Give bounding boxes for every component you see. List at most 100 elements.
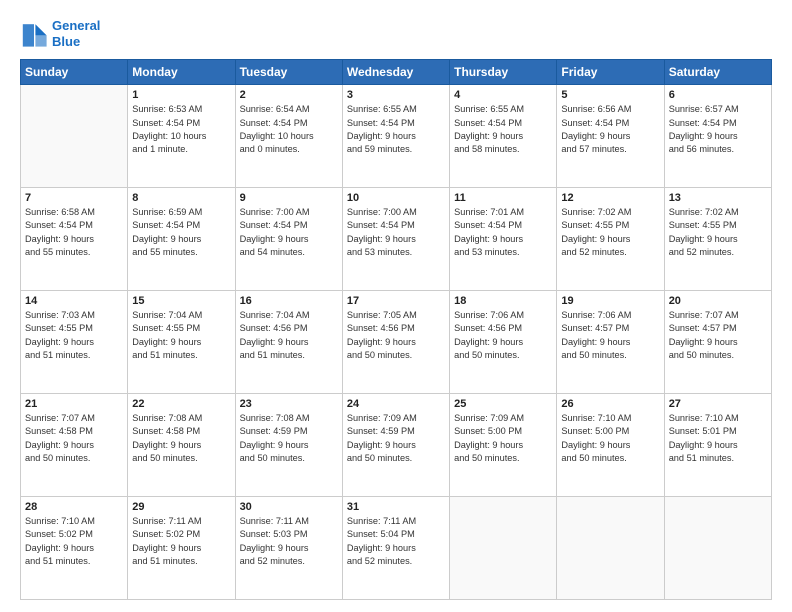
day-info: Sunrise: 7:05 AM Sunset: 4:56 PM Dayligh… xyxy=(347,309,445,362)
calendar-cell xyxy=(450,497,557,600)
day-info: Sunrise: 7:09 AM Sunset: 5:00 PM Dayligh… xyxy=(454,412,552,465)
day-info: Sunrise: 6:57 AM Sunset: 4:54 PM Dayligh… xyxy=(669,103,767,156)
day-info: Sunrise: 7:11 AM Sunset: 5:04 PM Dayligh… xyxy=(347,515,445,568)
day-number: 5 xyxy=(561,89,659,101)
day-header-wednesday: Wednesday xyxy=(342,60,449,85)
calendar-cell: 23 Sunrise: 7:08 AM Sunset: 4:59 PM Dayli… xyxy=(235,394,342,497)
day-number: 11 xyxy=(454,192,552,204)
header: General Blue xyxy=(20,18,772,49)
calendar-cell: 26 Sunrise: 7:10 AM Sunset: 5:00 PM Dayli… xyxy=(557,394,664,497)
day-info: Sunrise: 7:11 AM Sunset: 5:03 PM Dayligh… xyxy=(240,515,338,568)
day-info: Sunrise: 7:03 AM Sunset: 4:55 PM Dayligh… xyxy=(25,309,123,362)
day-number: 16 xyxy=(240,295,338,307)
day-info: Sunrise: 6:59 AM Sunset: 4:54 PM Dayligh… xyxy=(132,206,230,259)
day-number: 9 xyxy=(240,192,338,204)
day-number: 25 xyxy=(454,398,552,410)
calendar-cell: 13Sunrise: 7:02 AM Sunset: 4:55 PM Dayli… xyxy=(664,188,771,291)
day-header-sunday: Sunday xyxy=(21,60,128,85)
calendar-cell: 25 Sunrise: 7:09 AM Sunset: 5:00 PM Dayli… xyxy=(450,394,557,497)
day-info: Sunrise: 6:54 AM Sunset: 4:54 PM Dayligh… xyxy=(240,103,338,156)
day-info: Sunrise: 7:01 AM Sunset: 4:54 PM Dayligh… xyxy=(454,206,552,259)
calendar-week-2: 7 Sunrise: 6:58 AM Sunset: 4:54 PM Daylig… xyxy=(21,188,772,291)
calendar-cell: 11 Sunrise: 7:01 AM Sunset: 4:54 PM Dayli… xyxy=(450,188,557,291)
day-info: Sunrise: 7:10 AM Sunset: 5:01 PM Dayligh… xyxy=(669,412,767,465)
day-number: 31 xyxy=(347,501,445,513)
day-info: Sunrise: 7:04 AM Sunset: 4:56 PM Dayligh… xyxy=(240,309,338,362)
calendar-cell: 1Sunrise: 6:53 AM Sunset: 4:54 PM Daylig… xyxy=(128,85,235,188)
calendar-week-4: 21Sunrise: 7:07 AM Sunset: 4:58 PM Dayli… xyxy=(21,394,772,497)
day-number: 8 xyxy=(132,192,230,204)
calendar-cell: 4 Sunrise: 6:55 AM Sunset: 4:54 PM Daylig… xyxy=(450,85,557,188)
calendar-week-3: 14 Sunrise: 7:03 AM Sunset: 4:55 PM Dayli… xyxy=(21,291,772,394)
day-number: 27 xyxy=(669,398,767,410)
day-info: Sunrise: 7:10 AM Sunset: 5:02 PM Dayligh… xyxy=(25,515,123,568)
calendar-cell: 21Sunrise: 7:07 AM Sunset: 4:58 PM Dayli… xyxy=(21,394,128,497)
day-number: 3 xyxy=(347,89,445,101)
day-info: Sunrise: 7:07 AM Sunset: 4:57 PM Dayligh… xyxy=(669,309,767,362)
day-number: 14 xyxy=(25,295,123,307)
logo: General Blue xyxy=(20,18,100,49)
day-number: 24 xyxy=(347,398,445,410)
calendar-cell: 15Sunrise: 7:04 AM Sunset: 4:55 PM Dayli… xyxy=(128,291,235,394)
day-number: 2 xyxy=(240,89,338,101)
day-info: Sunrise: 7:06 AM Sunset: 4:56 PM Dayligh… xyxy=(454,309,552,362)
day-number: 29 xyxy=(132,501,230,513)
calendar-cell: 9 Sunrise: 7:00 AM Sunset: 4:54 PM Daylig… xyxy=(235,188,342,291)
day-info: Sunrise: 7:00 AM Sunset: 4:54 PM Dayligh… xyxy=(240,206,338,259)
day-number: 7 xyxy=(25,192,123,204)
day-info: Sunrise: 7:00 AM Sunset: 4:54 PM Dayligh… xyxy=(347,206,445,259)
calendar-cell: 30 Sunrise: 7:11 AM Sunset: 5:03 PM Dayli… xyxy=(235,497,342,600)
page: General Blue SundayMondayTuesdayWednesda… xyxy=(0,0,792,612)
day-number: 6 xyxy=(669,89,767,101)
day-info: Sunrise: 7:09 AM Sunset: 4:59 PM Dayligh… xyxy=(347,412,445,465)
day-info: Sunrise: 7:04 AM Sunset: 4:55 PM Dayligh… xyxy=(132,309,230,362)
calendar-cell: 7 Sunrise: 6:58 AM Sunset: 4:54 PM Daylig… xyxy=(21,188,128,291)
day-info: Sunrise: 7:02 AM Sunset: 4:55 PM Dayligh… xyxy=(561,206,659,259)
calendar-header-row: SundayMondayTuesdayWednesdayThursdayFrid… xyxy=(21,60,772,85)
calendar-cell: 28 Sunrise: 7:10 AM Sunset: 5:02 PM Dayli… xyxy=(21,497,128,600)
day-number: 28 xyxy=(25,501,123,513)
calendar-cell: 31 Sunrise: 7:11 AM Sunset: 5:04 PM Dayli… xyxy=(342,497,449,600)
day-header-monday: Monday xyxy=(128,60,235,85)
day-header-tuesday: Tuesday xyxy=(235,60,342,85)
calendar-cell xyxy=(664,497,771,600)
day-number: 4 xyxy=(454,89,552,101)
day-info: Sunrise: 7:10 AM Sunset: 5:00 PM Dayligh… xyxy=(561,412,659,465)
day-number: 18 xyxy=(454,295,552,307)
calendar-cell: 17 Sunrise: 7:05 AM Sunset: 4:56 PM Dayli… xyxy=(342,291,449,394)
day-number: 26 xyxy=(561,398,659,410)
calendar-week-5: 28 Sunrise: 7:10 AM Sunset: 5:02 PM Dayli… xyxy=(21,497,772,600)
calendar-cell: 19Sunrise: 7:06 AM Sunset: 4:57 PM Dayli… xyxy=(557,291,664,394)
calendar-cell: 2 Sunrise: 6:54 AM Sunset: 4:54 PM Daylig… xyxy=(235,85,342,188)
day-number: 22 xyxy=(132,398,230,410)
day-info: Sunrise: 6:55 AM Sunset: 4:54 PM Dayligh… xyxy=(454,103,552,156)
day-info: Sunrise: 7:08 AM Sunset: 4:59 PM Dayligh… xyxy=(240,412,338,465)
calendar-cell: 16 Sunrise: 7:04 AM Sunset: 4:56 PM Dayli… xyxy=(235,291,342,394)
calendar-cell: 6 Sunrise: 6:57 AM Sunset: 4:54 PM Daylig… xyxy=(664,85,771,188)
logo-icon xyxy=(20,20,48,48)
calendar-cell: 29 Sunrise: 7:11 AM Sunset: 5:02 PM Dayli… xyxy=(128,497,235,600)
day-info: Sunrise: 7:02 AM Sunset: 4:55 PM Dayligh… xyxy=(669,206,767,259)
day-info: Sunrise: 7:08 AM Sunset: 4:58 PM Dayligh… xyxy=(132,412,230,465)
day-header-saturday: Saturday xyxy=(664,60,771,85)
day-info: Sunrise: 6:58 AM Sunset: 4:54 PM Dayligh… xyxy=(25,206,123,259)
day-number: 30 xyxy=(240,501,338,513)
calendar-cell: 8 Sunrise: 6:59 AM Sunset: 4:54 PM Daylig… xyxy=(128,188,235,291)
calendar-cell: 10 Sunrise: 7:00 AM Sunset: 4:54 PM Dayli… xyxy=(342,188,449,291)
day-info: Sunrise: 7:11 AM Sunset: 5:02 PM Dayligh… xyxy=(132,515,230,568)
day-info: Sunrise: 6:53 AM Sunset: 4:54 PM Dayligh… xyxy=(132,103,230,156)
calendar-cell: 18 Sunrise: 7:06 AM Sunset: 4:56 PM Dayli… xyxy=(450,291,557,394)
calendar-cell: 24 Sunrise: 7:09 AM Sunset: 4:59 PM Dayli… xyxy=(342,394,449,497)
day-number: 10 xyxy=(347,192,445,204)
day-info: Sunrise: 6:56 AM Sunset: 4:54 PM Dayligh… xyxy=(561,103,659,156)
calendar-week-1: 1Sunrise: 6:53 AM Sunset: 4:54 PM Daylig… xyxy=(21,85,772,188)
calendar-cell xyxy=(557,497,664,600)
calendar-cell xyxy=(21,85,128,188)
day-info: Sunrise: 7:07 AM Sunset: 4:58 PM Dayligh… xyxy=(25,412,123,465)
day-number: 17 xyxy=(347,295,445,307)
day-info: Sunrise: 7:06 AM Sunset: 4:57 PM Dayligh… xyxy=(561,309,659,362)
day-number: 20 xyxy=(669,295,767,307)
calendar-table: SundayMondayTuesdayWednesdayThursdayFrid… xyxy=(20,59,772,600)
day-info: Sunrise: 6:55 AM Sunset: 4:54 PM Dayligh… xyxy=(347,103,445,156)
day-number: 23 xyxy=(240,398,338,410)
